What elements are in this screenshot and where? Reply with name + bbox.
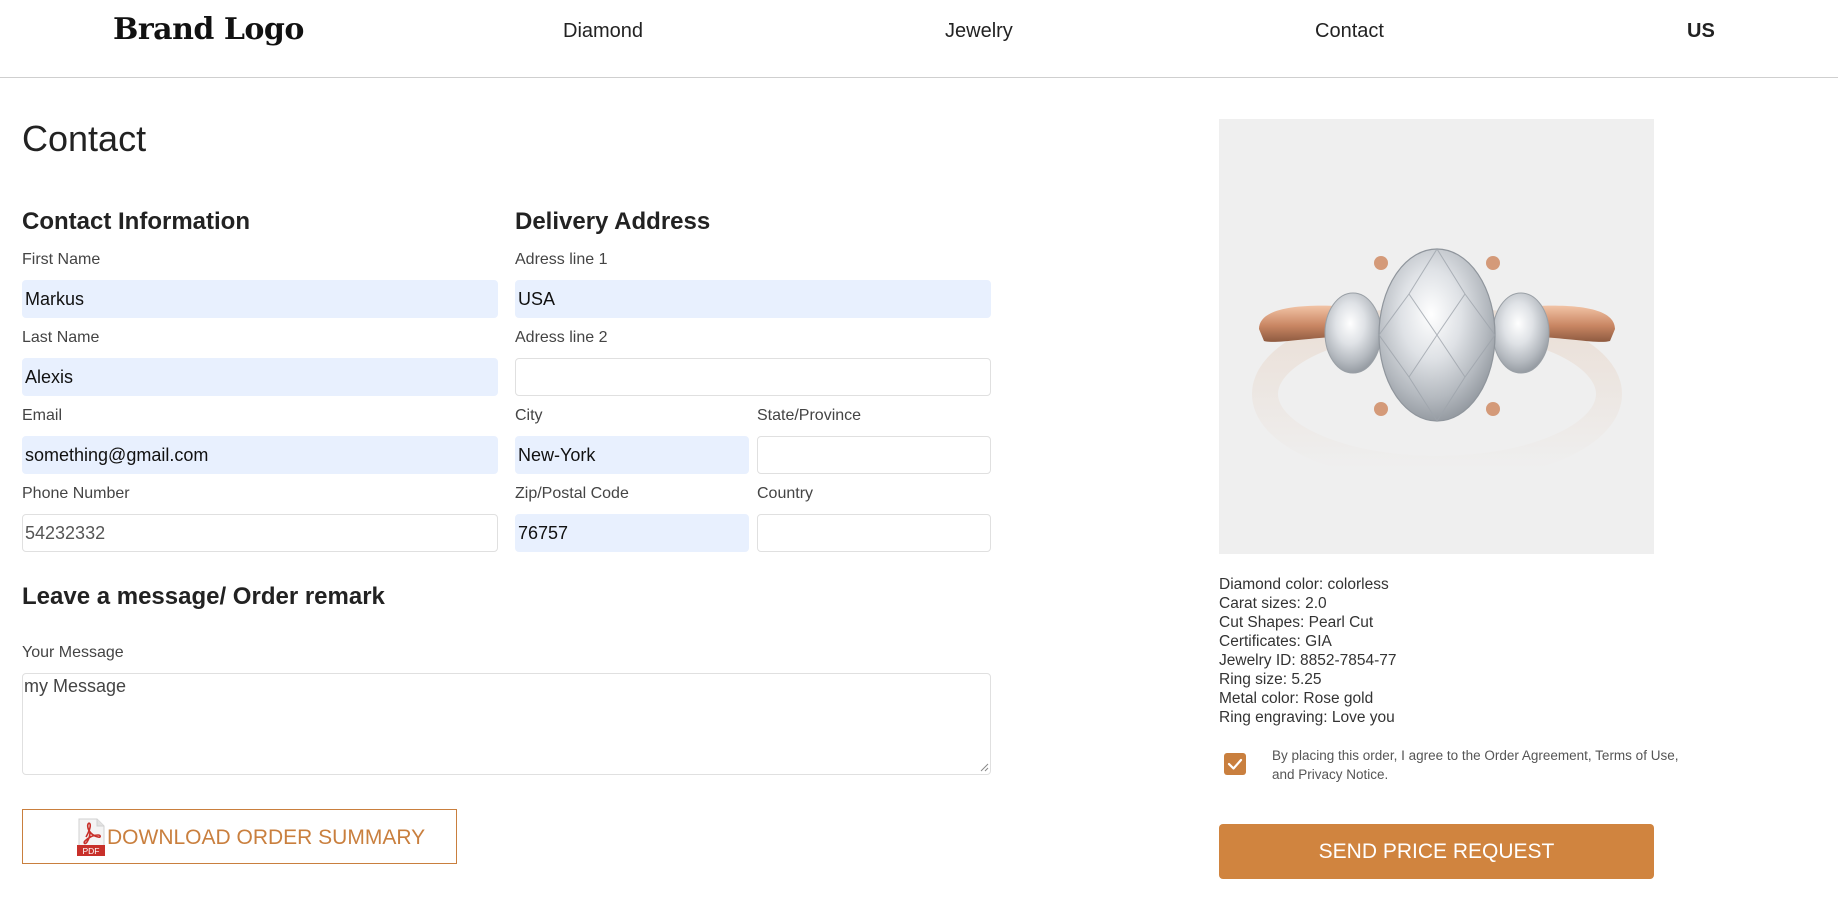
last-name-input[interactable] xyxy=(22,358,498,396)
city-label: City xyxy=(515,407,543,424)
first-name-input[interactable] xyxy=(22,280,498,318)
download-order-summary-button[interactable]: PDF DOWNLOAD ORDER SUMMARY xyxy=(22,809,457,864)
agreement-checkbox[interactable] xyxy=(1224,753,1246,775)
pdf-icon: PDF xyxy=(77,818,105,856)
product-specs: Diamond color: colorless Carat sizes: 2.… xyxy=(1219,575,1397,727)
spec-metal-color: Metal color: Rose gold xyxy=(1219,690,1374,707)
spec-certificate: Certificates: GIA xyxy=(1219,633,1332,650)
address-line-1-input[interactable] xyxy=(515,280,991,318)
download-order-summary-label: DOWNLOAD ORDER SUMMARY xyxy=(107,826,426,849)
site-header: Brand Logo Diamond Jewelry Contact US xyxy=(0,0,1838,78)
last-name-label: Last Name xyxy=(22,329,100,346)
resize-grip-icon[interactable] xyxy=(980,763,989,772)
delivery-address-title: Delivery Address xyxy=(515,208,711,235)
address-line-1-label: Adress line 1 xyxy=(515,251,608,268)
state-label: State/Province xyxy=(757,407,862,424)
page-title: Contact xyxy=(22,118,147,159)
message-label: Your Message xyxy=(22,644,124,661)
locale-selector[interactable]: US xyxy=(1687,20,1715,43)
zip-input[interactable] xyxy=(515,514,749,552)
country-label: Country xyxy=(757,485,814,502)
email-label: Email xyxy=(22,407,63,424)
phone-input[interactable] xyxy=(22,514,498,552)
nav-jewelry[interactable]: Jewelry xyxy=(945,20,1013,43)
zip-label: Zip/Postal Code xyxy=(515,485,629,502)
send-price-request-button[interactable]: SEND PRICE REQUEST xyxy=(1219,824,1654,879)
email-input[interactable] xyxy=(22,436,498,474)
spec-jewelry-id: Jewelry ID: 8852-7854-77 xyxy=(1219,652,1397,669)
brand-logo[interactable]: Brand Logo xyxy=(113,12,304,47)
phone-label: Phone Number xyxy=(22,485,130,502)
message-section-title: Leave a message/ Order remark xyxy=(22,583,385,610)
nav-diamond[interactable]: Diamond xyxy=(563,20,643,43)
spec-carat-size: Carat sizes: 2.0 xyxy=(1219,595,1327,612)
state-input[interactable] xyxy=(757,436,991,474)
message-textarea[interactable]: my Message xyxy=(22,673,991,775)
spec-ring-size: Ring size: 5.25 xyxy=(1219,671,1322,688)
city-input[interactable] xyxy=(515,436,749,474)
spec-diamond-color: Diamond color: colorless xyxy=(1219,576,1389,593)
agreement-text: By placing this order, I agree to the Or… xyxy=(1272,748,1679,782)
send-price-request-label: SEND PRICE REQUEST xyxy=(1318,840,1555,863)
address-line-2-input[interactable] xyxy=(515,358,991,396)
checkmark-icon xyxy=(1227,758,1243,770)
spec-cut-shape: Cut Shapes: Pearl Cut xyxy=(1219,614,1374,631)
ring-image xyxy=(1219,119,1654,554)
address-line-2-label: Adress line 2 xyxy=(515,329,608,346)
ring-illustration xyxy=(1252,248,1622,482)
spec-ring-engraving: Ring engraving: Love you xyxy=(1219,709,1395,726)
nav-contact[interactable]: Contact xyxy=(1315,20,1384,43)
pdf-icon-text: PDF xyxy=(83,846,100,856)
contact-info-title: Contact Information xyxy=(22,208,250,235)
country-input[interactable] xyxy=(757,514,991,552)
first-name-label: First Name xyxy=(22,251,101,268)
